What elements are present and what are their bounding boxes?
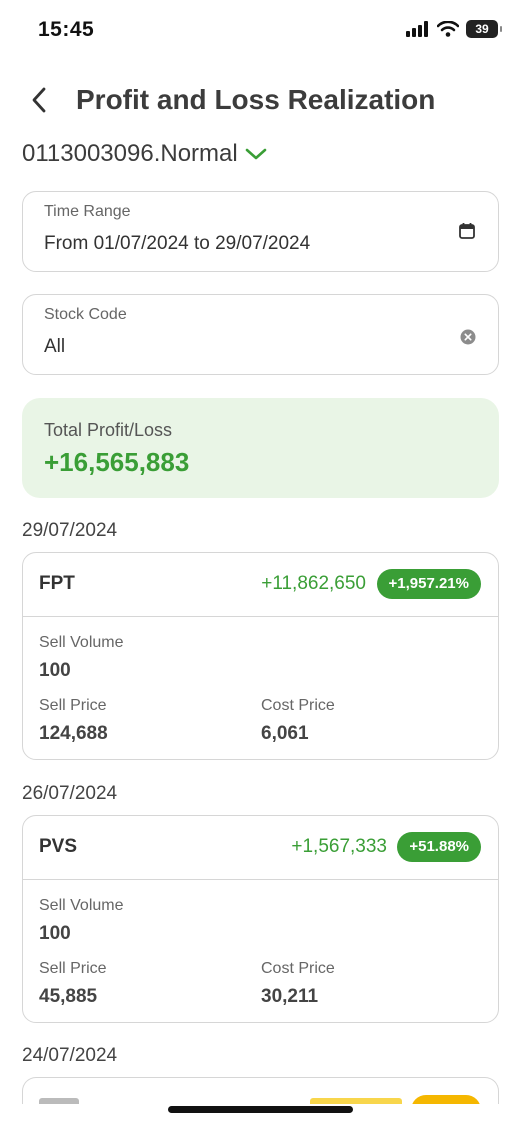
stock-symbol: PVS: [39, 836, 78, 857]
summary-label: Total Profit/Loss: [44, 420, 173, 440]
wifi-icon: [437, 21, 459, 37]
sell-price-label: Sell Price: [39, 960, 107, 977]
stock-code-label: Stock Code: [44, 306, 127, 323]
stock-code-value: All: [44, 336, 66, 357]
pl-card-pvs[interactable]: PVS +1,567,333 +51.88% Sell Volume 100 S…: [22, 815, 499, 1023]
battery-icon: 39: [466, 20, 502, 38]
battery-level: 39: [475, 22, 489, 36]
date-heading: 29/07/2024: [22, 520, 118, 541]
card-header: PVS +1,567,333 +51.88%: [23, 816, 498, 880]
status-time: 15:45: [38, 18, 95, 41]
cellular-signal-icon: [406, 21, 428, 37]
pl-card-fpt[interactable]: FPT +11,862,650 +1,957.21% Sell Volume 1…: [22, 552, 499, 760]
sell-volume-value: 100: [39, 923, 71, 944]
stock-symbol: FPT: [39, 573, 75, 594]
total-profit-loss-summary: Total Profit/Loss +16,565,883: [22, 398, 499, 498]
date-heading: 24/07/2024: [22, 1045, 118, 1066]
profit-loss-amount: +11,862,650: [261, 573, 366, 594]
date-heading: 26/07/2024: [22, 783, 118, 804]
home-indicator[interactable]: [168, 1106, 353, 1113]
chevron-left-icon: [32, 87, 46, 113]
sell-volume-label: Sell Volume: [39, 634, 124, 651]
status-icons: 39: [406, 20, 502, 38]
back-button[interactable]: [24, 82, 54, 118]
time-range-label: Time Range: [44, 203, 131, 220]
calendar-icon[interactable]: [458, 222, 476, 240]
cost-price-value: 30,211: [261, 986, 319, 1007]
stock-code-field[interactable]: Stock Code All: [22, 294, 499, 375]
sell-price-value: 124,688: [39, 723, 108, 744]
cost-price-value: 6,061: [261, 723, 309, 744]
sell-volume-label: Sell Volume: [39, 897, 124, 914]
sell-price-value: 45,885: [39, 986, 98, 1007]
page-header: Profit and Loss Realization: [0, 78, 520, 122]
status-bar: 15:45 39: [0, 0, 520, 60]
sell-volume-value: 100: [39, 660, 71, 681]
clear-icon[interactable]: [460, 329, 476, 345]
time-range-value: From 01/07/2024 to 29/07/2024: [44, 233, 311, 254]
time-range-field[interactable]: Time Range From 01/07/2024 to 29/07/2024: [22, 191, 499, 272]
profit-loss-amount: +1,567,333: [291, 836, 387, 857]
card-header: FPT +11,862,650 +1,957.21%: [23, 553, 498, 617]
account-label: 0113003096.Normal: [22, 140, 238, 167]
page-title: Profit and Loss Realization: [76, 84, 436, 115]
cost-price-label: Cost Price: [261, 960, 335, 977]
profit-loss-percent-badge: +1,957.21%: [376, 569, 481, 599]
summary-value: +16,565,883: [44, 447, 190, 477]
profit-loss-percent-badge: +51.88%: [397, 832, 481, 862]
sell-price-label: Sell Price: [39, 697, 107, 714]
account-selector[interactable]: 0113003096.Normal: [22, 140, 268, 168]
cost-price-label: Cost Price: [261, 697, 335, 714]
chevron-down-icon: [245, 148, 267, 160]
